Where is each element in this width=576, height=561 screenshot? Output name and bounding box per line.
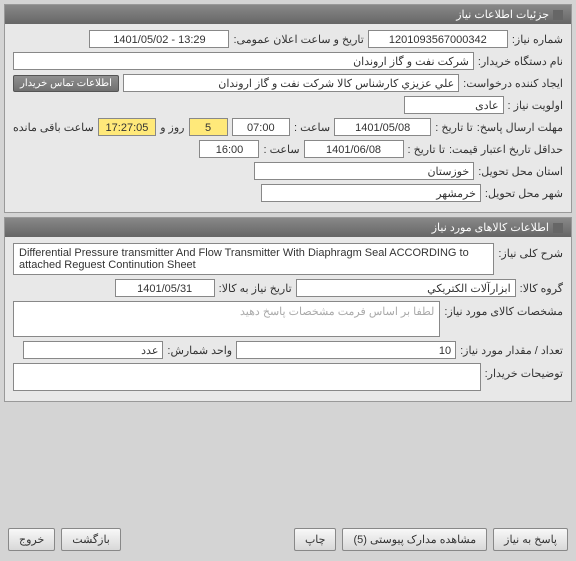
group-label: گروه کالا: xyxy=(520,282,563,295)
countdown-label: ساعت باقی مانده xyxy=(13,121,94,134)
need-details-panel: جزئیات اطلاعات نیاز شماره نیاز: 12010935… xyxy=(4,4,572,213)
panel-icon xyxy=(553,10,563,20)
panel-icon xyxy=(553,223,563,233)
desc-label: شرح کلی نیاز: xyxy=(498,243,563,260)
unit-field[interactable]: عدد xyxy=(23,341,163,359)
city-field[interactable]: خرمشهر xyxy=(261,184,481,202)
date1-field[interactable]: 1401/05/08 xyxy=(334,118,431,136)
priority-label: اولویت نیاز : xyxy=(508,99,563,112)
attachments-button[interactable]: مشاهده مدارک پیوستی (5) xyxy=(342,528,487,551)
min-valid-label: حداقل تاریخ اعتبار قیمت: xyxy=(449,143,563,156)
attachments-label: مشاهده مدارک پیوستی (5) xyxy=(353,533,476,546)
province-field[interactable]: خوزستان xyxy=(254,162,474,180)
date2-field[interactable]: 1401/06/08 xyxy=(304,140,404,158)
item-date-field[interactable]: 1401/05/31 xyxy=(115,279,215,297)
print-button[interactable]: چاپ xyxy=(294,528,337,551)
buyer-field[interactable]: شرکت نفت و گاز اروندان xyxy=(13,52,474,70)
back-label: بازگشت xyxy=(72,533,110,546)
priority-field[interactable]: عادی xyxy=(404,96,504,114)
panel1-header: جزئیات اطلاعات نیاز xyxy=(5,5,571,24)
item-date-label: تاریخ نیاز به کالا: xyxy=(219,282,292,295)
buyer-label: نام دستگاه خریدار: xyxy=(478,55,563,68)
req-no-label: شماره نیاز: xyxy=(512,33,563,46)
buyer-notes-label: توضیحات خریدار: xyxy=(485,363,563,380)
panel2-header: اطلاعات کالاهای مورد نیاز xyxy=(5,218,571,237)
back-button[interactable]: بازگشت xyxy=(61,528,121,551)
ann-date-label: تاریخ و ساعت اعلان عمومی: xyxy=(233,33,363,46)
contact-buyer-button[interactable]: اطلاعات تماس خریدار xyxy=(13,75,119,92)
goods-info-panel: اطلاعات کالاهای مورد نیاز شرح کلی نیاز: … xyxy=(4,217,572,402)
exit-button[interactable]: خروج xyxy=(8,528,55,551)
time2-field[interactable]: 16:00 xyxy=(199,140,259,158)
spec-label: مشخصات کالای مورد نیاز: xyxy=(444,301,563,318)
days-remaining-field: 5 xyxy=(189,118,228,136)
deadline-send-label: مهلت ارسال پاسخ: xyxy=(477,121,563,134)
to-date-label-1: تا تاریخ : xyxy=(435,121,472,134)
exit-label: خروج xyxy=(19,533,44,546)
time1-field[interactable]: 07:00 xyxy=(232,118,290,136)
to-date-label-2: تا تاریخ : xyxy=(408,143,445,156)
panel1-title: جزئیات اطلاعات نیاز xyxy=(456,8,549,21)
days-label: روز و xyxy=(160,121,184,134)
desc-field[interactable]: Differential Pressure transmitter And Fl… xyxy=(13,243,494,275)
countdown-field: 17:27:05 xyxy=(98,118,156,136)
time-label-2: ساعت : xyxy=(263,143,299,156)
province-label: استان محل تحویل: xyxy=(478,165,563,178)
unit-label: واحد شمارش: xyxy=(167,344,232,357)
spec-field[interactable]: لطفا بر اساس فرمت مشخصات پاسخ دهید xyxy=(13,301,440,337)
creator-label: ایجاد کننده درخواست: xyxy=(463,77,563,90)
print-label: چاپ xyxy=(305,533,326,546)
qty-field[interactable]: 10 xyxy=(236,341,456,359)
respond-button[interactable]: پاسخ به نیاز xyxy=(493,528,568,551)
respond-label: پاسخ به نیاز xyxy=(504,533,557,546)
city-label: شهر محل تحویل: xyxy=(485,187,563,200)
time-label-1: ساعت : xyxy=(294,121,330,134)
req-no-field[interactable]: 1201093567000342 xyxy=(368,30,508,48)
buyer-notes-field[interactable] xyxy=(13,363,481,391)
qty-label: تعداد / مقدار مورد نیاز: xyxy=(460,344,563,357)
ann-date-field[interactable]: 1401/05/02 - 13:29 xyxy=(89,30,229,48)
bottom-toolbar: پاسخ به نیاز مشاهده مدارک پیوستی (5) چاپ… xyxy=(4,524,572,555)
creator-field[interactable]: علي عزيزي كارشناس كالا شركت نفت و گاز ار… xyxy=(123,74,459,92)
panel2-title: اطلاعات کالاهای مورد نیاز xyxy=(432,221,549,234)
group-field[interactable]: ابزارآلات الكتريكي xyxy=(296,279,516,297)
